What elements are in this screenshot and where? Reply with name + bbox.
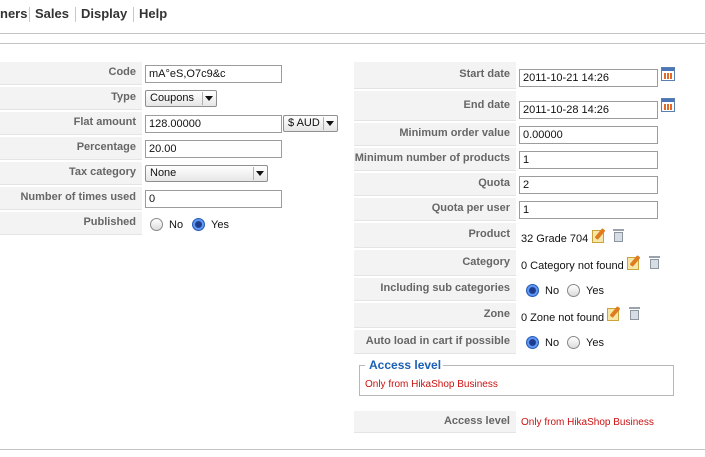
product-value: 32 Grade 704 xyxy=(521,233,589,245)
tax-category-select-value: None xyxy=(150,167,177,179)
published-yes-radio[interactable] xyxy=(192,218,205,231)
delete-icon[interactable] xyxy=(649,255,660,270)
delete-icon-can xyxy=(650,259,659,269)
edit-icon[interactable] xyxy=(607,306,622,321)
divider xyxy=(0,449,705,450)
zone-value: 0 Zone not found xyxy=(521,312,605,324)
times-used-label: Number of times used xyxy=(0,187,142,210)
published-no-radio[interactable] xyxy=(150,218,163,231)
menu-separator xyxy=(75,7,76,22)
delete-icon-lid xyxy=(649,256,660,258)
percentage-label: Percentage xyxy=(0,137,142,160)
menu-item-display[interactable]: Display xyxy=(81,6,127,21)
sub-categories-yes-label: Yes xyxy=(586,285,604,297)
quota-label: Quota xyxy=(354,173,516,196)
edit-icon[interactable] xyxy=(592,228,607,243)
currency-select-value: $ AUD xyxy=(288,117,320,129)
min-order-label: Minimum order value xyxy=(354,123,516,146)
auto-load-no-radio[interactable] xyxy=(526,336,539,349)
edit-icon[interactable] xyxy=(627,255,642,270)
currency-select[interactable]: $ AUD xyxy=(283,115,338,132)
tax-category-select[interactable]: None xyxy=(145,165,268,182)
fieldset-border xyxy=(441,365,674,366)
delete-icon-can xyxy=(614,232,623,242)
delete-icon-lid xyxy=(629,307,640,309)
published-label: Published xyxy=(0,212,142,235)
sub-categories-yes-radio[interactable] xyxy=(567,284,580,297)
end-date-input[interactable]: 2011-10-28 14:26 xyxy=(519,101,658,119)
menu-separator xyxy=(29,7,30,22)
sub-categories-no-label: No xyxy=(545,285,560,297)
min-order-input[interactable]: 0.00000 xyxy=(519,126,658,144)
quota-input[interactable]: 2 xyxy=(519,176,658,194)
flat-amount-label: Flat amount xyxy=(0,112,142,135)
auto-load-no-label: No xyxy=(545,337,560,349)
quota-per-user-label: Quota per user xyxy=(354,198,516,221)
auto-load-yes-label: Yes xyxy=(586,337,604,349)
menu-item-sales[interactable]: Sales xyxy=(35,6,69,21)
type-select-value: Coupons xyxy=(150,92,195,104)
product-label: Product xyxy=(354,223,516,248)
start-date-label: Start date xyxy=(354,62,516,89)
divider xyxy=(0,33,705,34)
menu-item-help[interactable]: Help xyxy=(139,6,167,21)
code-label: Code xyxy=(0,62,142,85)
times-used-input[interactable]: 0 xyxy=(145,190,282,208)
menu-bar: ners Sales Display Help xyxy=(0,0,705,32)
start-date-input[interactable]: 2011-10-21 14:26 xyxy=(519,69,658,87)
flat-amount-input[interactable]: 128.00000 xyxy=(145,115,282,133)
auto-load-yes-radio[interactable] xyxy=(567,336,580,349)
category-value: 0 Category not found xyxy=(521,260,624,272)
quota-per-user-input[interactable]: 1 xyxy=(519,201,658,219)
fieldset-border xyxy=(359,365,365,366)
zone-label: Zone xyxy=(354,303,516,328)
sub-categories-no-radio[interactable] xyxy=(526,284,539,297)
access-level-legend: Access level xyxy=(367,358,444,372)
access-level-value: Only from HikaShop Business xyxy=(521,417,654,428)
chevron-down-icon xyxy=(253,167,265,180)
menu-separator xyxy=(133,7,134,22)
divider xyxy=(0,43,705,44)
access-level-label: Access level xyxy=(354,411,516,433)
delete-icon-lid xyxy=(613,229,624,231)
type-select[interactable]: Coupons xyxy=(145,90,217,107)
tax-category-label: Tax category xyxy=(0,162,142,185)
published-no-label: No xyxy=(169,219,184,231)
type-label: Type xyxy=(0,87,142,110)
delete-icon[interactable] xyxy=(629,306,640,321)
sub-categories-label: Including sub categories xyxy=(354,278,516,301)
category-label: Category xyxy=(354,250,516,276)
access-level-notice: Only from HikaShop Business xyxy=(365,379,498,390)
menu-item-customers[interactable]: ners xyxy=(0,6,27,21)
delete-icon-can xyxy=(630,310,639,320)
chevron-down-icon xyxy=(323,117,335,130)
code-input[interactable]: mA°eS,O7c9&c xyxy=(145,65,282,83)
calendar-icon[interactable] xyxy=(661,67,675,81)
auto-load-label: Auto load in cart if possible xyxy=(354,330,516,354)
min-products-input[interactable]: 1 xyxy=(519,151,658,169)
calendar-icon[interactable] xyxy=(661,98,675,112)
min-products-label: Minimum number of products xyxy=(354,148,516,171)
percentage-input[interactable]: 20.00 xyxy=(145,140,282,158)
end-date-label: End date xyxy=(354,91,516,121)
published-yes-label: Yes xyxy=(211,219,229,231)
delete-icon[interactable] xyxy=(613,228,624,243)
chevron-down-icon xyxy=(202,92,214,105)
